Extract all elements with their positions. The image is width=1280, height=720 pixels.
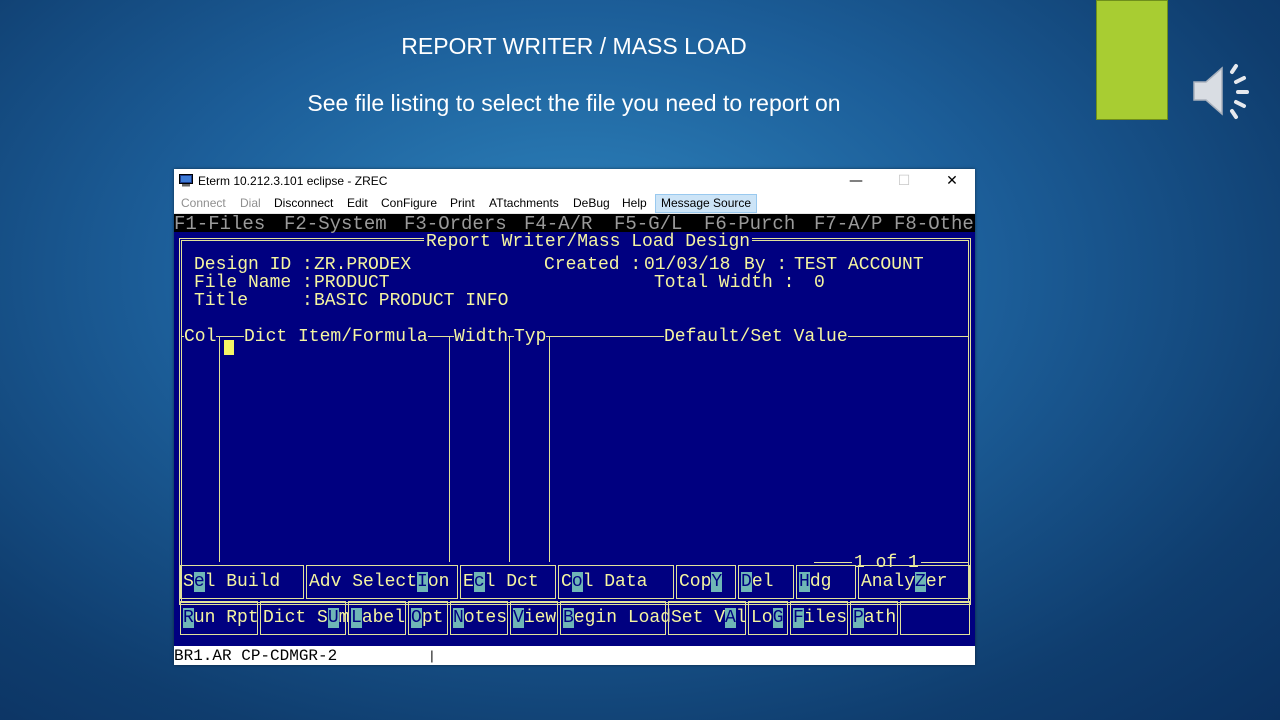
empty-button-slot — [900, 601, 970, 635]
dict-sum-button[interactable]: Dict SUm — [260, 601, 349, 635]
col-header-col: Col — [184, 327, 217, 347]
created-label: Created : — [544, 255, 642, 275]
del-button[interactable]: Del — [738, 565, 794, 599]
adv-selection-button[interactable]: Adv SelectIon — [306, 565, 458, 599]
file-name-value[interactable]: PRODUCT — [314, 274, 390, 292]
hdg-button[interactable]: Hdg — [796, 565, 856, 599]
by-label: By : — [744, 255, 788, 275]
label-button[interactable]: Label — [348, 601, 406, 635]
eterm-window: Eterm 10.212.3.101 eclipse - ZREC — ☐ ✕ … — [174, 169, 975, 665]
action-bar-1: Sel Build Adv SelectIon Ecl Dct Col Data… — [180, 565, 970, 599]
ecl-dct-button[interactable]: Ecl Dct — [460, 565, 556, 599]
menu-attachments[interactable]: ATtachments — [489, 196, 559, 210]
files-button[interactable]: Files — [790, 601, 848, 635]
status-bar: BR1.AR CP-CDMGR-2 | — [174, 646, 975, 665]
terminal-screen[interactable]: F1-Files F2-System F3-Orders F4-A/R F5-G… — [174, 214, 975, 646]
menu-connect[interactable]: Connect — [181, 196, 226, 210]
menu-configure[interactable]: ConFigure — [381, 196, 437, 210]
analyzer-button[interactable]: AnalyZer — [858, 565, 970, 599]
design-id-value[interactable]: ZR.PRODEX — [314, 256, 411, 274]
menu-dial[interactable]: Dial — [240, 196, 261, 210]
col-divider-3 — [509, 336, 510, 562]
status-text: BR1.AR CP-CDMGR-2 — [174, 647, 338, 665]
fkey-f2-system[interactable]: F2-System — [284, 214, 387, 235]
fkey-f1-files[interactable]: F1-Files — [174, 214, 265, 235]
col-header-default: Default/Set Value — [664, 327, 848, 347]
status-separator: | — [428, 649, 436, 664]
menu-message-source[interactable]: Message Source — [655, 194, 758, 213]
menu-disconnect[interactable]: Disconnect — [274, 196, 333, 210]
col-divider-4 — [549, 336, 550, 562]
opt-button[interactable]: Opt — [408, 601, 448, 635]
col-data-button[interactable]: Col Data — [558, 565, 674, 599]
col-header-typ: Typ — [514, 327, 547, 347]
fkey-f7-ap[interactable]: F7-A/P — [814, 214, 882, 235]
title-value[interactable]: BASIC PRODUCT INFO — [314, 292, 508, 310]
fkey-f8-other[interactable]: F8-Other — [894, 214, 975, 235]
col-header-dict: Dict Item/Formula — [244, 327, 428, 347]
copy-button[interactable]: CopY — [676, 565, 736, 599]
menu-bar: Connect Dial Disconnect Edit ConFigure P… — [174, 193, 975, 214]
notes-button[interactable]: Notes — [450, 601, 508, 635]
slide-title: REPORT WRITER / MASS LOAD — [401, 33, 747, 59]
design-id-label: Design ID : — [194, 255, 313, 275]
path-button[interactable]: Path — [850, 601, 898, 635]
text-cursor[interactable] — [224, 340, 234, 355]
menu-print[interactable]: Print — [450, 196, 475, 210]
by-value: TEST ACCOUNT — [794, 255, 924, 275]
set-val-button[interactable]: Set VAl — [668, 601, 747, 635]
log-button[interactable]: LoG — [748, 601, 788, 635]
title-label: Title : — [194, 291, 313, 311]
menu-edit[interactable]: Edit — [347, 196, 368, 210]
col-divider-1 — [219, 336, 220, 562]
created-value: 01/03/18 — [644, 255, 731, 275]
terminal-app-icon — [179, 174, 193, 187]
window-title: Eterm 10.212.3.101 eclipse - ZREC — [198, 174, 388, 188]
close-button[interactable]: ✕ — [929, 169, 975, 193]
slide-subtitle: See file listing to select the file you … — [307, 90, 841, 116]
maximize-button[interactable]: ☐ — [881, 169, 927, 193]
col-divider-2 — [449, 336, 450, 562]
begin-load-button[interactable]: Begin Load — [560, 601, 671, 635]
run-rpt-button[interactable]: Run Rpt — [180, 601, 259, 635]
speaker-icon[interactable] — [1190, 58, 1256, 124]
action-bar-2: Run Rpt Dict SUm Label Opt Notes View Be… — [180, 601, 970, 635]
accent-bar — [1096, 0, 1168, 120]
view-button[interactable]: View — [510, 601, 558, 635]
window-titlebar: Eterm 10.212.3.101 eclipse - ZREC — ☐ ✕ — [174, 169, 975, 193]
total-width-label: Total Width : — [654, 273, 795, 293]
file-name-label: File Name : — [194, 273, 313, 293]
screen-heading: Report Writer/Mass Load Design — [424, 232, 753, 252]
total-width-value: 0 — [814, 273, 825, 293]
col-header-width: Width — [454, 327, 509, 347]
menu-help[interactable]: Help — [622, 196, 647, 210]
minimize-button[interactable]: — — [833, 169, 879, 193]
function-key-bar: F1-Files F2-System F3-Orders F4-A/R F5-G… — [174, 214, 975, 235]
sel-build-button[interactable]: Sel Build — [180, 565, 304, 599]
menu-debug[interactable]: DeBug — [573, 196, 610, 210]
